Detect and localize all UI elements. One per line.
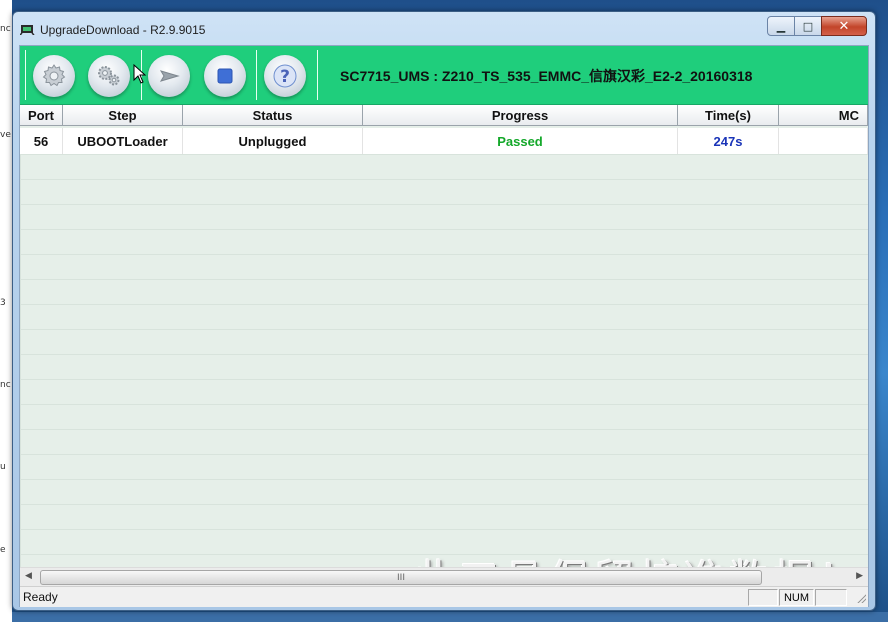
title-bar[interactable]: UpgradeDownload - R2.9.9015 ▁ □ ✕ [13, 12, 875, 38]
cell-time: 247s [678, 128, 779, 154]
col-header-status[interactable]: Status [183, 105, 363, 126]
toolbar-divider [25, 50, 26, 100]
cell-step: UBOOTLoader [63, 128, 183, 154]
toolbar-divider [256, 50, 257, 100]
status-pane-empty [815, 589, 847, 606]
scroll-thumb[interactable]: III [40, 570, 762, 585]
col-header-progress[interactable]: Progress [363, 105, 678, 126]
status-text: Ready [23, 590, 58, 604]
horizontal-scrollbar[interactable]: ◀ III ▶ [20, 567, 868, 586]
stop-button[interactable] [204, 55, 246, 97]
settings-button[interactable] [33, 55, 75, 97]
col-header-mc[interactable]: MC [779, 105, 868, 126]
col-header-time[interactable]: Time(s) [678, 105, 779, 126]
start-button[interactable] [148, 55, 190, 97]
help-icon: ? [273, 64, 297, 88]
cell-progress: Passed [363, 128, 678, 154]
cell-mc [779, 128, 868, 154]
desktop-taskbar [12, 612, 888, 622]
firmware-label: SC7715_UMS : Z210_TS_535_EMMC_信旗汉彩_E2-2_… [340, 68, 753, 84]
maximize-button[interactable]: □ [794, 16, 822, 36]
num-indicator: NUM [779, 589, 814, 606]
watermark-text: 此工具保留校准数据！ [414, 547, 864, 567]
minimize-button[interactable]: ▁ [767, 16, 795, 36]
scroll-right-arrow[interactable]: ▶ [856, 571, 863, 581]
stop-icon [217, 68, 233, 84]
table-row[interactable]: 56 UBOOTLoader Unplugged Passed 247s [20, 128, 868, 154]
resize-grip[interactable] [855, 592, 866, 603]
window-controls: ▁ □ ✕ [767, 16, 867, 36]
toolbar-divider [317, 50, 318, 100]
port-table: Port Step Status Progress Time(s) MC 56 … [20, 105, 868, 567]
cell-status: Unplugged [183, 128, 363, 154]
app-icon [20, 25, 35, 35]
help-button[interactable]: ? [264, 55, 306, 97]
scroll-thumb-grip: III [397, 572, 405, 583]
table-header: Port Step Status Progress Time(s) MC [20, 105, 868, 127]
play-arrow-icon [159, 70, 180, 82]
grid-lines [20, 154, 868, 567]
col-header-port[interactable]: Port [20, 105, 63, 126]
advanced-settings-button[interactable] [88, 55, 130, 97]
close-button[interactable]: ✕ [821, 16, 867, 36]
desktop-edge: nc ve 3 nc u e [0, 0, 12, 622]
scroll-left-arrow[interactable]: ◀ [25, 571, 32, 581]
window-title: UpgradeDownload - R2.9.9015 [40, 23, 206, 37]
status-bar: Ready NUM [20, 586, 868, 607]
gears-icon [98, 66, 120, 86]
mouse-cursor-icon [133, 64, 147, 84]
cell-port: 56 [20, 128, 63, 154]
status-pane-empty [748, 589, 778, 606]
gear-icon [42, 64, 66, 87]
app-window: UpgradeDownload - R2.9.9015 ▁ □ ✕ ? SC77… [12, 11, 876, 611]
client-area: ? SC7715_UMS : Z210_TS_535_EMMC_信旗汉彩_E2-… [19, 45, 869, 607]
col-header-step[interactable]: Step [63, 105, 183, 126]
toolbar: ? SC7715_UMS : Z210_TS_535_EMMC_信旗汉彩_E2-… [20, 46, 868, 105]
help-glyph: ? [280, 67, 290, 87]
